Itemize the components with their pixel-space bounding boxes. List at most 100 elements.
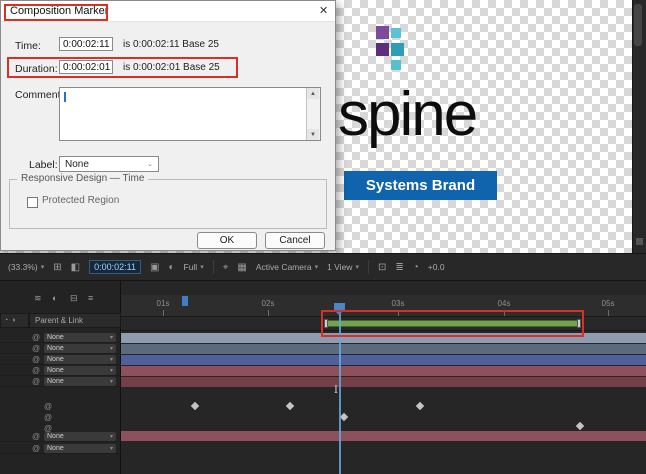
layer-duration-bar[interactable] (121, 377, 646, 387)
view-layout-dropdown[interactable]: 1 View ▾ (327, 262, 359, 272)
ruler-label: 03s (388, 299, 408, 308)
composition-marker-duration-bar[interactable] (327, 320, 578, 327)
pickwhip-icon[interactable]: @ (32, 333, 40, 342)
ruler-label: 04s (494, 299, 514, 308)
timeline-marker-icon[interactable] (182, 296, 188, 306)
pickwhip-icon[interactable]: @ (32, 432, 40, 441)
pickwhip-icon[interactable]: @ (32, 344, 40, 353)
show-channel-icon[interactable]: ◐ (168, 262, 174, 273)
parent-value: None (47, 445, 64, 452)
ruler-tick (398, 310, 399, 316)
graph-editor-icon[interactable]: ⊟ (70, 293, 78, 304)
ok-button[interactable]: OK (197, 232, 257, 249)
scroll-down-icon[interactable]: ▼ (307, 129, 319, 140)
parent-dropdown[interactable]: None ▾ (44, 366, 116, 375)
layer-row[interactable]: @ None ▾ (0, 443, 121, 454)
property-row[interactable]: @ (0, 412, 121, 423)
composition-marker-dialog: Composition Marker ✕ Time: 0:00:02:11 is… (0, 0, 336, 251)
camera-dropdown[interactable]: Active Camera ▾ (256, 262, 318, 272)
layer-duration-bar[interactable] (121, 355, 646, 365)
parent-dropdown[interactable]: None▾ (44, 432, 116, 441)
pixel-aspect-icon[interactable]: ⊡ (378, 262, 386, 273)
toggle-b-icon[interactable]: ◑ (11, 317, 15, 324)
parent-dropdown[interactable]: None▾ (44, 344, 116, 353)
pickwhip-icon[interactable]: @ (32, 444, 40, 453)
marker-handle-left[interactable] (324, 319, 328, 328)
comment-scrollbar[interactable]: ▲ ▼ (306, 88, 320, 140)
grid-guides-icon[interactable]: ⊞ (53, 262, 61, 273)
toggle-column-header: ◔ ◑ (0, 313, 29, 328)
layer-row[interactable]: @ None▾ (0, 376, 121, 387)
duration-field[interactable]: 0:00:02:01 (59, 60, 113, 74)
chevron-down-icon: ▾ (315, 263, 319, 271)
motion-blur-icon[interactable]: ◐ (52, 293, 57, 303)
resolution-dropdown[interactable]: Full ▾ (184, 262, 204, 272)
parent-dropdown[interactable]: None▾ (44, 355, 116, 364)
layer-row[interactable]: @ None▾ (0, 332, 121, 343)
pickwhip-icon[interactable]: @ (32, 377, 40, 386)
chevron-down-icon: ▾ (110, 367, 113, 374)
protected-region-checkbox[interactable] (27, 197, 38, 208)
pickwhip-icon[interactable]: @ (44, 413, 52, 422)
transparency-grid-icon[interactable]: ▦ (237, 262, 246, 273)
chevron-down-icon: ▾ (110, 445, 113, 452)
scroll-up-icon[interactable]: ▲ (307, 88, 319, 99)
logo-square-5 (391, 60, 401, 70)
magnification-dropdown[interactable]: (33.3%) ▾ (8, 262, 44, 272)
viewer-scrollbar[interactable] (634, 4, 642, 46)
exposure-value[interactable]: +0.0 (428, 262, 445, 272)
label-dropdown[interactable]: None ⌄ (59, 156, 159, 172)
toggle-a-icon[interactable]: ◔ (4, 317, 8, 324)
pickwhip-icon[interactable]: @ (44, 402, 52, 411)
parent-value: None (47, 433, 64, 440)
viewer-corner-icon (636, 238, 643, 245)
parent-link-header[interactable]: Parent & Link (29, 313, 121, 328)
parent-dropdown[interactable]: None▾ (44, 377, 116, 386)
label-dropdown-value: None (65, 159, 89, 170)
current-time-indicator-head[interactable] (334, 303, 345, 310)
chevron-down-icon: ▾ (200, 263, 204, 271)
layer-row[interactable]: @ None ▾ (0, 365, 121, 376)
viewer-toolbar: (33.3%) ▾ ⊞ ◧ 0:00:02:11 ▣ ◐ Full ▾ ⌖ ▦ … (0, 253, 646, 281)
logo-square-4 (391, 43, 404, 56)
time-ruler[interactable] (121, 295, 646, 317)
region-of-interest-icon[interactable]: ⌖ (223, 262, 229, 273)
comment-textarea[interactable]: ▲ ▼ (59, 87, 321, 141)
pickwhip-icon[interactable]: @ (32, 366, 40, 375)
text-caret (64, 92, 66, 102)
layer-row[interactable]: @ None▾ (0, 343, 121, 354)
dialog-title: Composition Marker (10, 5, 108, 17)
time-field[interactable]: 0:00:02:11 (59, 37, 113, 51)
label-label: Label: (29, 159, 58, 171)
close-icon[interactable]: ✕ (319, 4, 328, 17)
pickwhip-icon[interactable]: @ (32, 355, 40, 364)
layer-duration-bar[interactable] (121, 366, 646, 376)
exposure-icon[interactable]: ◔ (413, 262, 419, 273)
mask-visibility-icon[interactable]: ◧ (71, 262, 80, 273)
marker-handle-right[interactable] (577, 319, 581, 328)
cancel-button[interactable]: Cancel (265, 232, 325, 249)
fast-previews-icon[interactable]: ≣ (395, 262, 403, 273)
logo-square-2 (391, 28, 401, 38)
property-row[interactable]: @ (0, 401, 121, 412)
layer-duration-bar[interactable] (121, 333, 646, 343)
current-time-display[interactable]: 0:00:02:11 (89, 260, 141, 274)
frame-blend-icon[interactable]: ≋ (34, 293, 42, 304)
duration-label: Duration: (15, 63, 58, 75)
current-time-indicator-line[interactable] (339, 303, 341, 474)
layer-duration-bar[interactable] (121, 431, 646, 441)
comment-label: Comment: (15, 89, 63, 101)
time-label: Time: (15, 40, 41, 52)
parent-dropdown[interactable]: None▾ (44, 333, 116, 342)
layer-row[interactable]: @ None▾ (0, 431, 121, 442)
parent-value: None (47, 345, 64, 352)
parent-dropdown[interactable]: None ▾ (44, 444, 116, 453)
parent-value: None (47, 367, 64, 374)
dialog-titlebar[interactable]: Composition Marker ✕ (1, 1, 335, 22)
layer-duration-bar[interactable] (121, 344, 646, 354)
protected-region-label: Protected Region (42, 195, 119, 206)
snapshot-icon[interactable]: ▣ (150, 262, 159, 273)
brainstorm-icon[interactable]: ≡ (88, 293, 93, 303)
camera-value: Active Camera (256, 262, 312, 272)
layer-row[interactable]: @ None▾ (0, 354, 121, 365)
